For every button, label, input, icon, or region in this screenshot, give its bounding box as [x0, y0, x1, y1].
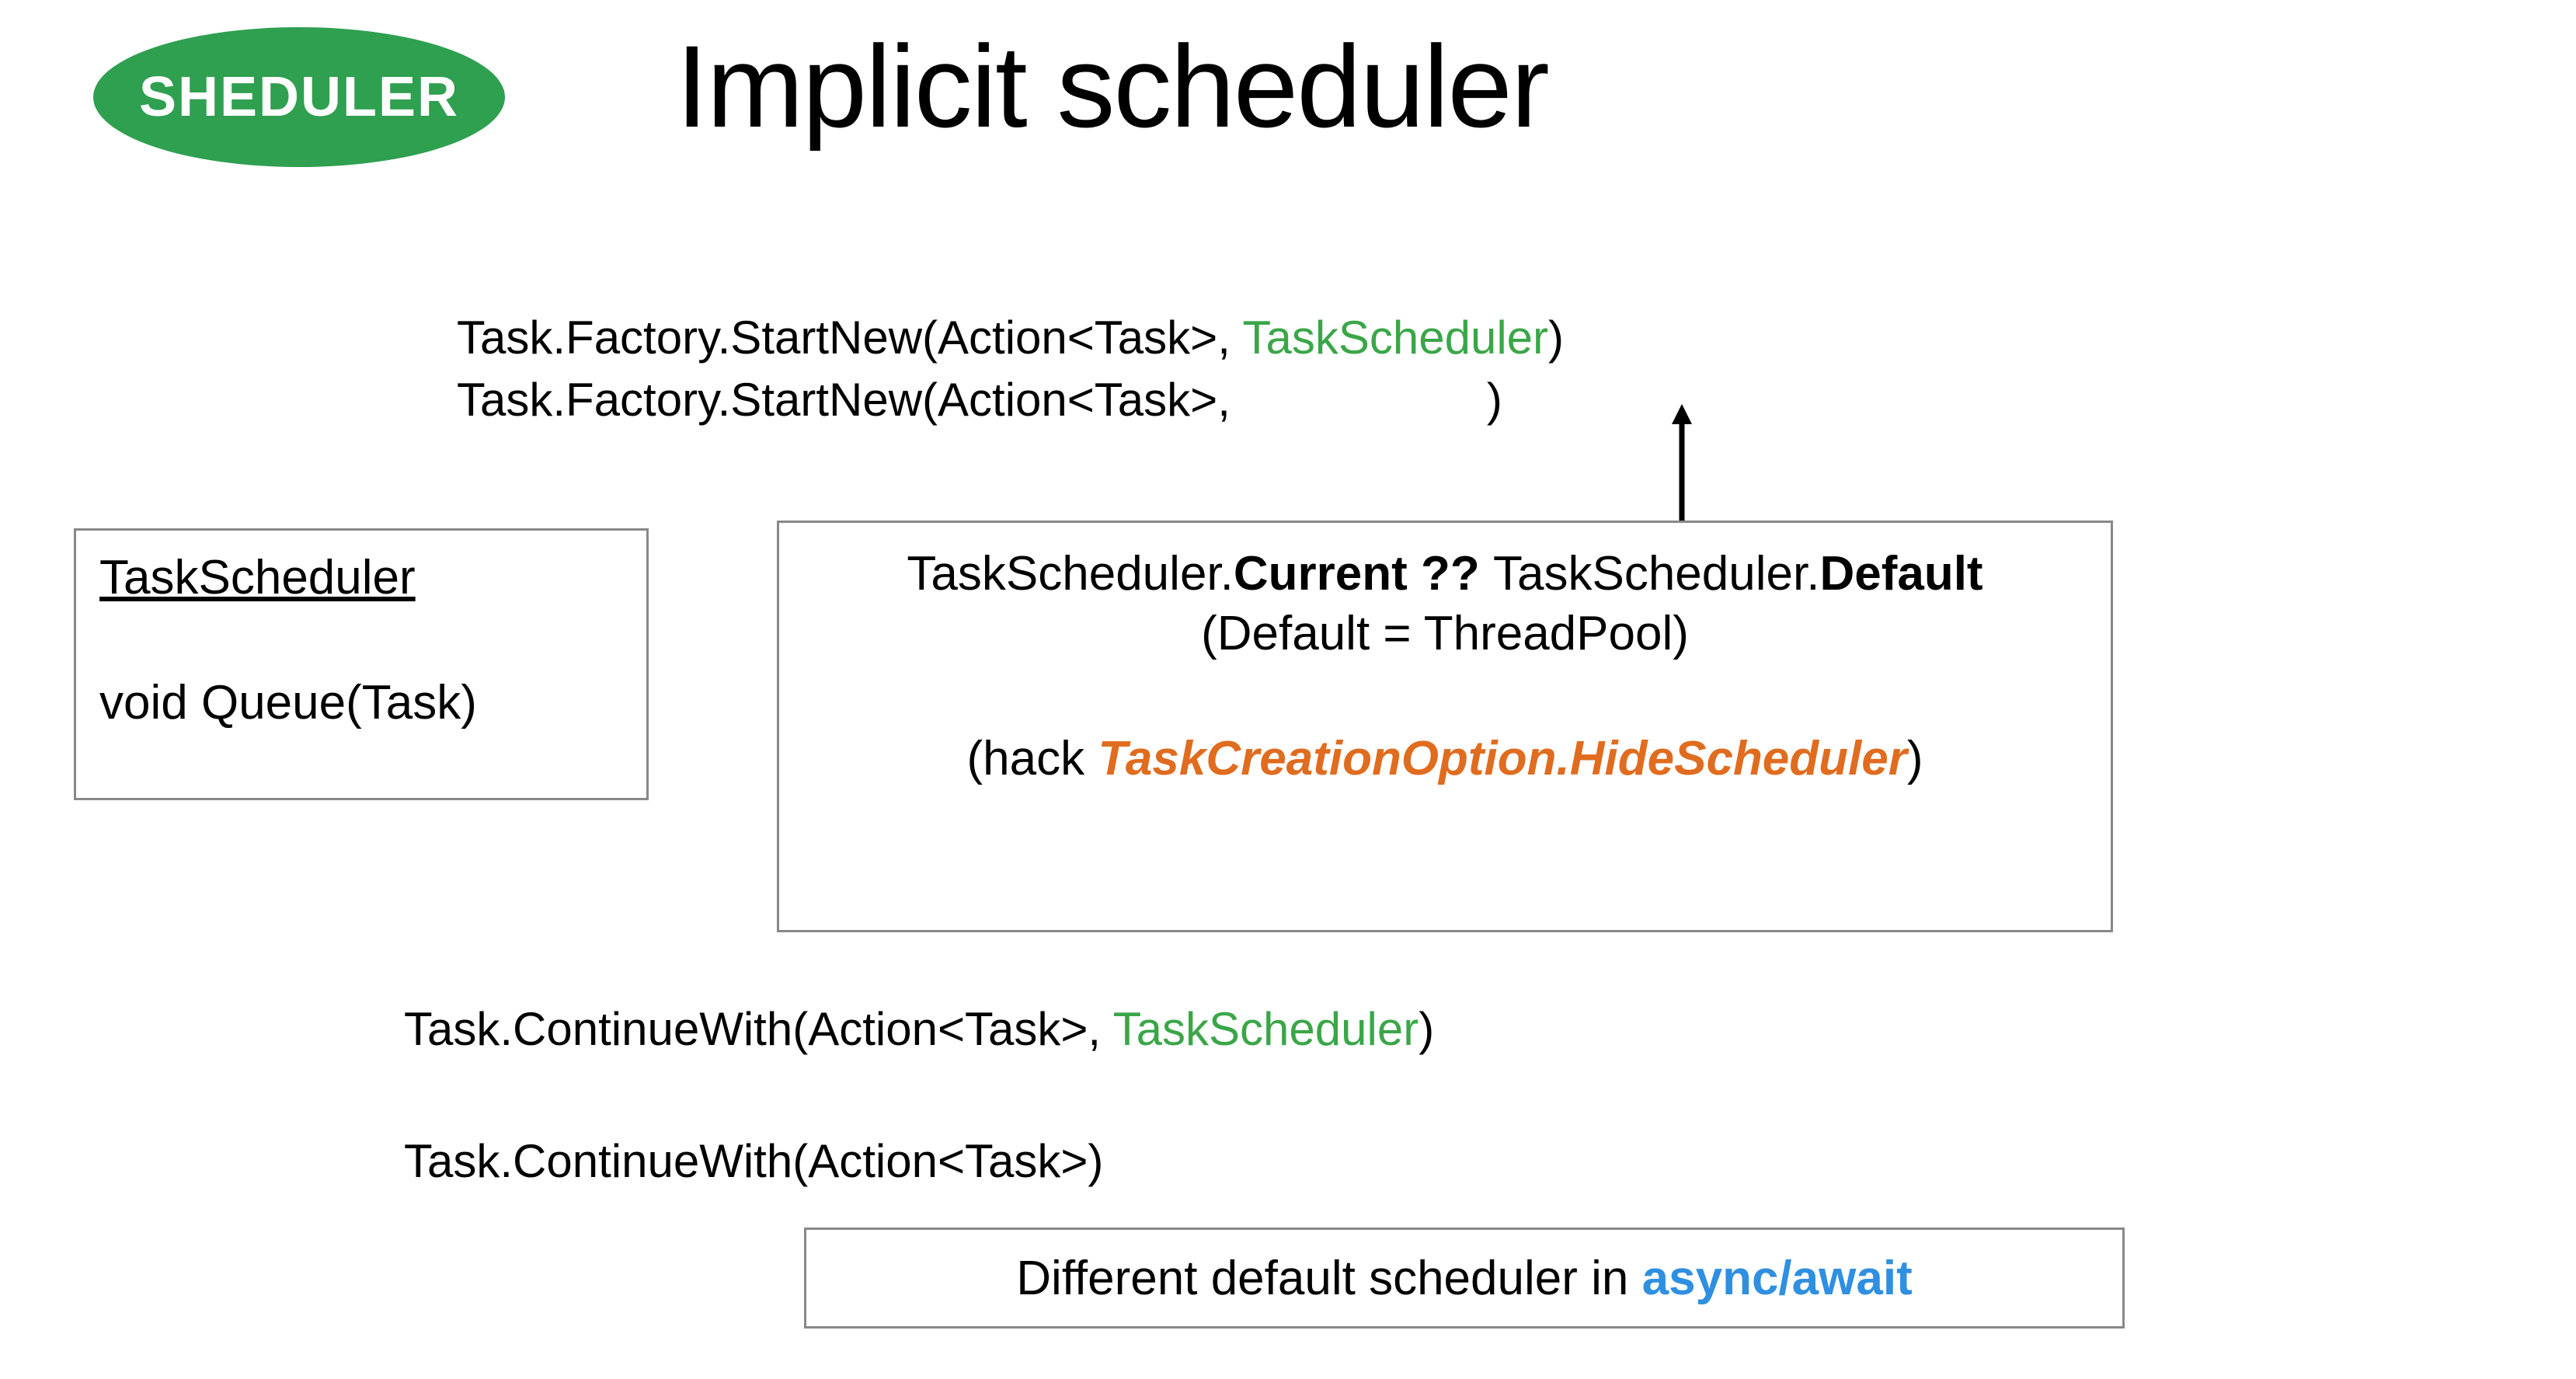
class-method: void Queue(Task)	[99, 675, 623, 730]
resolution-expression: TaskScheduler.Current ?? TaskScheduler.D…	[810, 546, 2080, 601]
code-text: )	[1487, 374, 1502, 426]
class-name: TaskScheduler	[99, 550, 623, 605]
taskscheduler-class-box: TaskScheduler void Queue(Task)	[74, 528, 649, 800]
option-name: TaskCreationOption.HideScheduler	[1098, 732, 1907, 785]
code-line-continuewith-with-scheduler: Task.ContinueWith(Action<Task>, TaskSche…	[404, 1002, 1434, 1056]
hack-note: (hack TaskCreationOption.HideScheduler)	[810, 731, 2080, 786]
code-param-taskscheduler: TaskScheduler	[1242, 312, 1548, 364]
text: )	[1907, 732, 1923, 785]
default-explanation: (Default = ThreadPool)	[810, 606, 2080, 661]
code-line-continuewith-without-scheduler: Task.ContinueWith(Action<Task>)	[404, 1134, 1103, 1188]
code-text: )	[1548, 312, 1564, 364]
code-text: Task.ContinueWith(Action<Task>,	[404, 1003, 1113, 1055]
text-bold: Default	[1819, 547, 1982, 601]
keyword-async-await: async/await	[1642, 1252, 1913, 1305]
text: TaskScheduler.	[1493, 547, 1819, 601]
scheduler-resolution-box: TaskScheduler.Current ?? TaskScheduler.D…	[777, 521, 2113, 932]
code-line-startnew-without-scheduler: Task.Factory.StartNew(Action<Task>,)	[457, 373, 1502, 427]
scheduler-badge: SHEDULER	[93, 27, 505, 167]
code-line-startnew-with-scheduler: Task.Factory.StartNew(Action<Task>, Task…	[457, 311, 1564, 364]
async-await-note-box: Different default scheduler in async/awa…	[804, 1228, 2125, 1329]
badge-label: SHEDULER	[139, 65, 459, 129]
note-text: Different default scheduler in async/awa…	[1016, 1251, 1912, 1306]
page-title: Implicit scheduler	[676, 19, 1548, 154]
text: TaskScheduler.	[907, 547, 1233, 601]
code-text: )	[1419, 1003, 1434, 1055]
arrow-up-icon	[1670, 404, 1694, 521]
text-bold: Current ??	[1234, 547, 1493, 601]
code-text: Task.Factory.StartNew(Action<Task>,	[457, 374, 1231, 426]
code-param-taskscheduler: TaskScheduler	[1113, 1003, 1419, 1055]
code-text: Task.Factory.StartNew(Action<Task>,	[457, 312, 1242, 364]
text: (hack	[966, 732, 1098, 785]
text: Different default scheduler in	[1016, 1252, 1641, 1305]
